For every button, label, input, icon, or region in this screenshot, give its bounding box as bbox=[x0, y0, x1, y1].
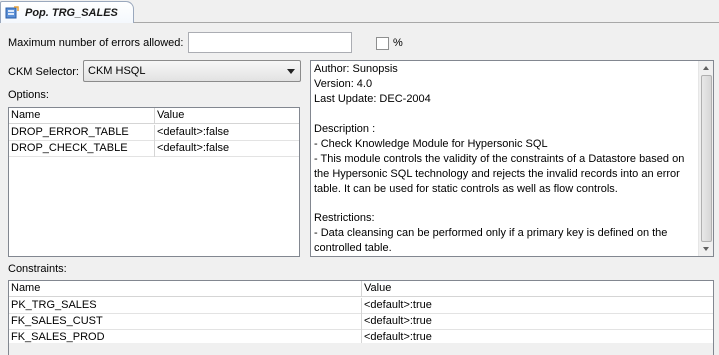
description-line: Last Update: DEC-2004 bbox=[314, 93, 431, 105]
description-line: Restrictions: bbox=[314, 212, 375, 224]
description-line: Version: 4.0 bbox=[314, 78, 373, 90]
ckm-selector-label: CKM Selector: bbox=[8, 66, 79, 78]
table-row[interactable]: PK_TRG_SALES <default>:true bbox=[9, 298, 713, 314]
table-row[interactable]: FK_SALES_CUST <default>:true bbox=[9, 314, 713, 330]
option-value[interactable]: <default>:false bbox=[155, 125, 299, 141]
option-name: DROP_ERROR_TABLE bbox=[11, 126, 129, 138]
description-line: Description : bbox=[314, 123, 376, 135]
description-scrollbar[interactable] bbox=[698, 61, 713, 256]
option-name: DROP_CHECK_TABLE bbox=[11, 142, 128, 154]
constraints-label: Constraints: bbox=[8, 263, 67, 275]
options-header-name[interactable]: Name bbox=[9, 108, 154, 124]
options-label: Options: bbox=[8, 89, 49, 101]
constraint-name: PK_TRG_SALES bbox=[11, 299, 97, 311]
description-line: - This module controls the validity of t… bbox=[314, 153, 685, 165]
constraints-table: Name Value PK_TRG_SALES <default>:true F… bbox=[8, 280, 714, 355]
constraints-header-value[interactable]: Value bbox=[362, 281, 713, 297]
constraints-header-row: Name Value bbox=[9, 281, 713, 297]
description-line: - Check Knowledge Module for Hypersonic … bbox=[314, 138, 548, 150]
description-line: Author: Sunopsis bbox=[314, 63, 398, 75]
tab-title: Pop. TRG_SALES bbox=[25, 6, 118, 19]
constraint-name: FK_SALES_CUST bbox=[11, 315, 103, 327]
datastore-icon bbox=[5, 5, 19, 20]
constraints-header-name[interactable]: Name bbox=[9, 281, 361, 297]
table-row[interactable]: DROP_CHECK_TABLE <default>:false bbox=[9, 141, 299, 157]
ckm-selected-value: CKM HSQL bbox=[88, 65, 146, 77]
option-value[interactable]: <default>:false bbox=[155, 141, 299, 157]
description-line: the Hypersonic SQL technology and reject… bbox=[314, 168, 680, 180]
ckm-description-box[interactable]: Author: Sunopsis Version: 4.0 Last Updat… bbox=[310, 60, 714, 257]
options-header-value[interactable]: Value bbox=[155, 108, 299, 124]
flow-control-panel: Maximum number of errors allowed: % CKM … bbox=[0, 23, 719, 355]
editor-tabstrip: Pop. TRG_SALES bbox=[0, 0, 719, 23]
scroll-up-icon[interactable] bbox=[703, 66, 709, 70]
constraints-scrollbar[interactable] bbox=[9, 343, 713, 355]
scroll-down-icon[interactable] bbox=[703, 247, 709, 251]
percent-checkbox[interactable] bbox=[376, 37, 389, 50]
description-line: controlled table. bbox=[314, 242, 392, 254]
constraint-value[interactable]: <default>:true bbox=[362, 314, 713, 330]
description-line: - Data cleansing can be performed only i… bbox=[314, 227, 668, 239]
options-table: Name Value DROP_ERROR_TABLE <default>:fa… bbox=[8, 107, 300, 257]
options-header-row: Name Value bbox=[9, 108, 299, 124]
table-row[interactable]: DROP_ERROR_TABLE <default>:false bbox=[9, 125, 299, 141]
max-errors-label: Maximum number of errors allowed: bbox=[8, 37, 184, 49]
constraint-value[interactable]: <default>:true bbox=[362, 298, 713, 314]
ckm-selector-dropdown[interactable]: CKM HSQL bbox=[83, 60, 301, 82]
scroll-thumb[interactable] bbox=[701, 75, 712, 242]
description-line: table. It can be used for static control… bbox=[314, 183, 618, 195]
chevron-down-icon bbox=[287, 69, 295, 74]
tab-pop-trg-sales[interactable]: Pop. TRG_SALES bbox=[0, 1, 134, 23]
max-errors-input[interactable] bbox=[188, 32, 352, 53]
percent-label: % bbox=[393, 37, 403, 49]
